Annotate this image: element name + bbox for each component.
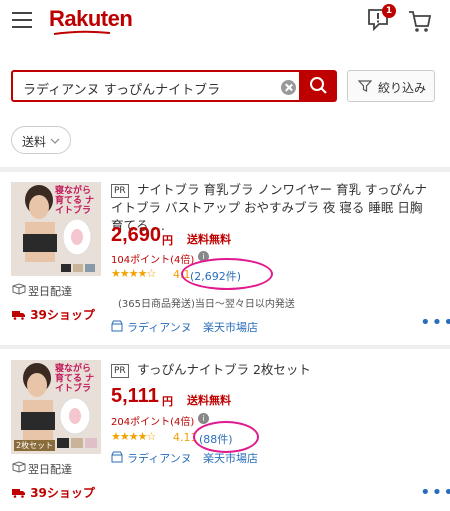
search-query-text: ラディアンヌ すっぴんナイトブラ bbox=[23, 83, 221, 98]
delivery-box-icon bbox=[12, 283, 26, 295]
filter-label: 絞り込み bbox=[378, 81, 427, 95]
product-image[interactable]: 寝ながら育てる ナイトブラ bbox=[11, 182, 101, 276]
shop-icon bbox=[111, 451, 123, 463]
cart-icon[interactable] bbox=[408, 8, 432, 34]
next-day-delivery: 翌日配達 bbox=[28, 285, 72, 298]
info-icon[interactable]: i bbox=[198, 413, 209, 424]
section-divider bbox=[0, 345, 450, 349]
next-day-delivery: 翌日配達 bbox=[28, 463, 72, 476]
shop-market-link[interactable]: 楽天市場店 bbox=[203, 450, 258, 466]
shop-name-link[interactable]: ラディアンヌ bbox=[127, 450, 192, 466]
free-shipping-label: 送料無料 bbox=[187, 394, 231, 407]
truck-icon bbox=[12, 489, 25, 498]
free-shipping-label: 送料無料 bbox=[187, 233, 231, 246]
product-price: 2,690 bbox=[111, 224, 162, 246]
thumb-caption: 寝ながら育てる ナイトブラ bbox=[55, 186, 95, 216]
rating-stars: ★★★★☆ bbox=[111, 430, 156, 443]
price-currency: 円 bbox=[162, 234, 173, 247]
header: Rakuten 1 bbox=[0, 0, 450, 54]
chevron-down-icon bbox=[50, 138, 60, 144]
shop-market-link[interactable]: 楽天市場店 bbox=[203, 319, 258, 335]
search-icon bbox=[310, 77, 327, 94]
filter-button[interactable]: 絞り込み bbox=[347, 70, 435, 102]
points-label: 104ポイント(4倍) bbox=[111, 255, 195, 266]
notification-badge: 1 bbox=[382, 4, 396, 18]
hamburger-menu-icon[interactable] bbox=[12, 12, 32, 28]
rating-stars: ★★★★☆ bbox=[111, 267, 156, 280]
search-input[interactable]: ラディアンヌ すっぴんナイトブラ bbox=[11, 70, 301, 102]
thumb-caption: 寝ながら育てる ナイトブラ bbox=[55, 364, 95, 394]
set-badge: 2枚セット bbox=[14, 440, 56, 451]
logo-swoosh-icon bbox=[53, 30, 111, 35]
shop39-badge: 39ショップ bbox=[12, 484, 95, 501]
points-label: 204ポイント(4倍) bbox=[111, 417, 195, 428]
rakuten-logo[interactable]: Rakuten bbox=[49, 6, 133, 32]
shop39-label: 39ショップ bbox=[30, 486, 95, 500]
product-price: 5,111 bbox=[111, 385, 159, 407]
shop-name-link[interactable]: ラディアンヌ bbox=[127, 319, 192, 335]
more-options-icon[interactable]: ••• bbox=[420, 312, 450, 333]
shipping-chip-label: 送料 bbox=[22, 135, 47, 149]
section-divider bbox=[0, 167, 450, 172]
more-options-icon[interactable]: ••• bbox=[420, 482, 450, 503]
clear-search-icon[interactable] bbox=[281, 80, 296, 95]
truck-icon bbox=[12, 311, 25, 320]
filter-funnel-icon bbox=[358, 80, 372, 92]
shop39-label: 39ショップ bbox=[30, 308, 95, 322]
delivery-box-icon bbox=[12, 461, 26, 473]
annotation-circle bbox=[193, 421, 259, 453]
shop39-badge: 39ショップ bbox=[12, 306, 95, 323]
product-image[interactable]: 寝ながら育てる ナイトブラ 2枚セット bbox=[11, 360, 101, 454]
shop-icon bbox=[111, 320, 123, 332]
shipping-timing: (365日商品発送)当日〜翌々日以内発送 bbox=[118, 299, 295, 310]
annotation-circle bbox=[181, 258, 273, 290]
shipping-filter-chip[interactable]: 送料 bbox=[11, 126, 71, 154]
product-title[interactable]: すっぴんナイトブラ 2枚セット bbox=[111, 361, 431, 379]
price-currency: 円 bbox=[162, 395, 173, 408]
search-button[interactable] bbox=[301, 70, 337, 102]
